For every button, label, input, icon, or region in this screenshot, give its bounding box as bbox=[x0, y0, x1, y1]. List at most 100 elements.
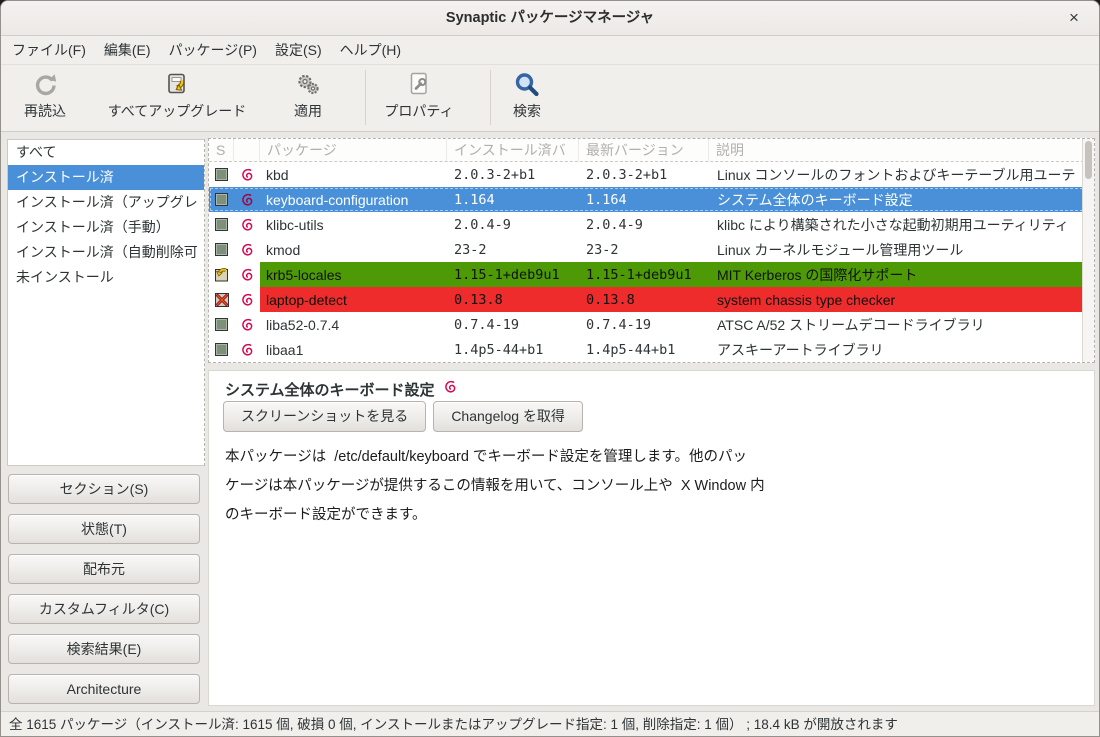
status-installed-icon bbox=[209, 187, 234, 212]
search-icon bbox=[498, 71, 556, 101]
scrollbar-thumb[interactable] bbox=[1085, 141, 1092, 179]
package-description: ATSC A/52 ストリームデコードライブラリ bbox=[709, 312, 1094, 337]
table-vertical-scrollbar[interactable] bbox=[1082, 139, 1094, 362]
latest-version: 1.15-1+deb9u1 bbox=[579, 262, 709, 287]
header-package[interactable]: パッケージ bbox=[260, 139, 447, 161]
upgrade-all-label: すべてアップグレード bbox=[97, 102, 257, 120]
debian-swirl-icon bbox=[234, 187, 260, 212]
origin-button[interactable]: 配布元 bbox=[8, 554, 200, 584]
status-button[interactable]: 状態(T) bbox=[8, 514, 200, 544]
debian-swirl-icon bbox=[234, 287, 260, 312]
latest-version: 2.0.4-9 bbox=[579, 212, 709, 237]
package-description: Linux カーネルモジュール管理用ツール bbox=[709, 237, 1094, 262]
status-remove-icon bbox=[209, 287, 234, 312]
status-upgrade-icon bbox=[209, 262, 234, 287]
filter-installed[interactable]: インストール済 bbox=[8, 165, 204, 190]
package-description: システム全体のキーボード設定 bbox=[709, 187, 1094, 212]
filter-installed-autoremovable[interactable]: インストール済（自動削除可 bbox=[8, 240, 204, 265]
reload-label: 再読込 bbox=[9, 102, 81, 120]
table-row[interactable]: kmod 23-2 23-2 Linux カーネルモジュール管理用ツール bbox=[209, 237, 1094, 262]
reload-button[interactable]: 再読込 bbox=[9, 71, 81, 127]
latest-version: 23-2 bbox=[579, 237, 709, 262]
debian-swirl-icon bbox=[234, 212, 260, 237]
details-panel: システム全体のキーボード設定 スクリーンショットを見る Changelog を取… bbox=[208, 370, 1095, 706]
filter-list: すべて インストール済 インストール済（アップグレ インストール済（手動） イン… bbox=[7, 139, 205, 466]
debian-swirl-icon bbox=[234, 337, 260, 362]
header-latest-version[interactable]: 最新バージョン bbox=[579, 139, 709, 161]
menubar: ファイル(F) 編集(E) パッケージ(P) 設定(S) ヘルプ(H) bbox=[1, 36, 1099, 65]
package-description: MIT Kerberos の国際化サポート bbox=[709, 262, 1094, 287]
installed-version: 0.7.4-19 bbox=[447, 312, 579, 337]
description-line: ケージは本パッケージが提供するこの情報を用いて、コンソール上や X Window… bbox=[225, 472, 765, 501]
status-installed-icon bbox=[209, 337, 234, 362]
filter-not-installed[interactable]: 未インストール bbox=[8, 265, 204, 290]
package-description: system chassis type checker bbox=[709, 287, 1094, 312]
apply-label: 適用 bbox=[278, 102, 338, 120]
package-name: liba52-0.7.4 bbox=[260, 312, 447, 337]
header-status[interactable]: S bbox=[209, 139, 234, 161]
table-row[interactable]: libaa1 1.4p5-44+b1 1.4p5-44+b1 アスキーアートライ… bbox=[209, 337, 1094, 362]
statusbar-text: 全 1615 パッケージ（インストール済: 1615 個, 破損 0 個, イン… bbox=[9, 717, 898, 732]
table-row-marked-removal[interactable]: laptop-detect 0.13.8 0.13.8 system chass… bbox=[209, 287, 1094, 312]
menu-file[interactable]: ファイル(F) bbox=[3, 36, 95, 64]
package-name: klibc-utils bbox=[260, 212, 447, 237]
description-line: のキーボード設定ができます。 bbox=[225, 501, 765, 530]
upgrade-all-icon bbox=[97, 71, 257, 101]
package-description: klibc により構築された小さな起動初期用ユーティリティ bbox=[709, 212, 1094, 237]
sections-button[interactable]: セクション(S) bbox=[8, 474, 200, 504]
menu-help[interactable]: ヘルプ(H) bbox=[331, 36, 410, 64]
latest-version: 2.0.3-2+b1 bbox=[579, 162, 709, 187]
latest-version: 1.4p5-44+b1 bbox=[579, 337, 709, 362]
statusbar: 全 1615 パッケージ（インストール済: 1615 個, 破損 0 個, イン… bbox=[1, 711, 1099, 737]
menu-edit[interactable]: 編集(E) bbox=[95, 36, 160, 64]
get-changelog-button[interactable]: Changelog を取得 bbox=[433, 401, 583, 432]
installed-version: 2.0.3-2+b1 bbox=[447, 162, 579, 187]
table-row-marked-upgrade[interactable]: krb5-locales 1.15-1+deb9u1 1.15-1+deb9u1… bbox=[209, 262, 1094, 287]
menu-settings[interactable]: 設定(S) bbox=[266, 36, 331, 64]
latest-version: 1.164 bbox=[579, 187, 709, 212]
view-screenshot-button[interactable]: スクリーンショットを見る bbox=[223, 401, 426, 432]
menu-package[interactable]: パッケージ(P) bbox=[160, 36, 266, 64]
properties-icon bbox=[373, 71, 465, 101]
header-installed-version[interactable]: インストール済バ bbox=[447, 139, 579, 161]
table-row[interactable]: liba52-0.7.4 0.7.4-19 0.7.4-19 ATSC A/52… bbox=[209, 312, 1094, 337]
header-swirl[interactable] bbox=[234, 139, 260, 161]
installed-version: 1.4p5-44+b1 bbox=[447, 337, 579, 362]
debian-swirl-icon bbox=[234, 237, 260, 262]
package-description: アスキーアートライブラリ bbox=[709, 337, 1094, 362]
titlebar: Synaptic パッケージマネージャ × bbox=[1, 1, 1099, 36]
installed-version: 0.13.8 bbox=[447, 287, 579, 312]
properties-button[interactable]: プロパティ bbox=[373, 71, 465, 127]
synaptic-window: Synaptic パッケージマネージャ × ファイル(F) 編集(E) パッケー… bbox=[0, 0, 1100, 737]
window-title: Synaptic パッケージマネージャ bbox=[1, 1, 1099, 35]
header-description[interactable]: 説明 bbox=[709, 139, 1094, 161]
filter-all[interactable]: すべて bbox=[8, 140, 204, 165]
package-long-description: 本パッケージは /etc/default/keyboard でキーボード設定を管… bbox=[225, 443, 765, 530]
filter-installed-manual[interactable]: インストール済（手動） bbox=[8, 215, 204, 240]
table-row-selected[interactable]: keyboard-configuration 1.164 1.164 システム全… bbox=[209, 187, 1094, 212]
close-icon[interactable]: × bbox=[1061, 5, 1087, 31]
table-row[interactable]: klibc-utils 2.0.4-9 2.0.4-9 klibc により構築さ… bbox=[209, 212, 1094, 237]
custom-filters-button[interactable]: カスタムフィルタ(C) bbox=[8, 594, 200, 624]
description-line: 本パッケージは /etc/default/keyboard でキーボード設定を管… bbox=[225, 443, 765, 472]
debian-swirl-icon bbox=[234, 162, 260, 187]
package-description: Linux コンソールのフォントおよびキーテーブル用ユーテ bbox=[709, 162, 1094, 187]
architecture-button[interactable]: Architecture bbox=[8, 674, 200, 704]
installed-version: 2.0.4-9 bbox=[447, 212, 579, 237]
table-row[interactable]: kbd 2.0.3-2+b1 2.0.3-2+b1 Linux コンソールのフォ… bbox=[209, 162, 1094, 187]
package-name: kmod bbox=[260, 237, 447, 262]
filter-installed-upgradable[interactable]: インストール済（アップグレ bbox=[8, 190, 204, 215]
installed-version: 1.15-1+deb9u1 bbox=[447, 262, 579, 287]
search-results-button[interactable]: 検索結果(E) bbox=[8, 634, 200, 664]
pane-splitter[interactable] bbox=[208, 363, 1095, 370]
search-button[interactable]: 検索 bbox=[498, 71, 556, 127]
toolbar-separator bbox=[365, 70, 366, 125]
apply-button[interactable]: 適用 bbox=[278, 71, 338, 127]
reload-icon bbox=[9, 71, 81, 101]
installed-version: 23-2 bbox=[447, 237, 579, 262]
status-installed-icon bbox=[209, 237, 234, 262]
debian-swirl-icon bbox=[443, 379, 458, 399]
package-name: laptop-detect bbox=[260, 287, 447, 312]
upgrade-all-button[interactable]: すべてアップグレード bbox=[97, 71, 257, 127]
status-installed-icon bbox=[209, 312, 234, 337]
